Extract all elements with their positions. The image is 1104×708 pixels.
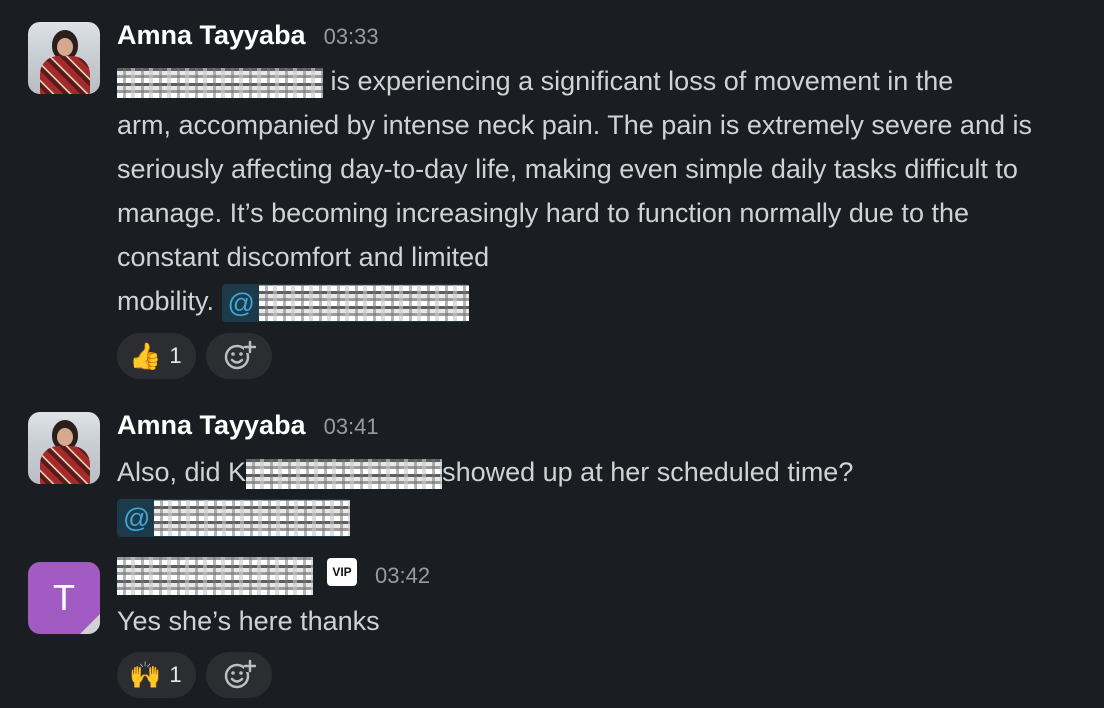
thumbs-up-icon: 👍 xyxy=(129,340,162,371)
avatar-letter: T xyxy=(53,577,75,618)
reactions-bar: 🙌 1 xyxy=(117,652,272,698)
timestamp[interactable]: 03:33 xyxy=(324,24,379,50)
author-avatar[interactable]: T xyxy=(28,562,100,634)
author-name[interactable]: Amna Tayyaba xyxy=(117,410,306,441)
smiley-plus-icon xyxy=(224,659,256,689)
status-indicator xyxy=(80,614,100,634)
message-text-line1: is experiencing a significant loss of mo… xyxy=(323,66,954,96)
message-header: VIP 03:42 xyxy=(117,557,430,595)
redacted-mention xyxy=(258,284,469,321)
user-mention[interactable]: @ xyxy=(221,283,469,322)
message-1: Amna Tayyaba 03:33 is experiencing a sig… xyxy=(0,0,1104,400)
redacted-name xyxy=(246,458,443,489)
smiley-plus-icon xyxy=(224,340,256,370)
message-2: Amna Tayyaba 03:41 Also, did K showed up … xyxy=(0,400,1104,545)
user-mention[interactable]: @ xyxy=(117,498,351,537)
reaction-raised-hands[interactable]: 🙌 1 xyxy=(117,652,196,698)
mention-prefix: @ xyxy=(227,287,255,318)
timestamp[interactable]: 03:42 xyxy=(375,563,430,589)
message-text: Yes she’s here thanks xyxy=(117,606,380,636)
author-avatar[interactable] xyxy=(28,22,100,94)
redacted-author-name[interactable] xyxy=(117,557,313,595)
reaction-thumbs-up[interactable]: 👍 1 xyxy=(117,333,196,379)
message-text-start: Also, did K xyxy=(117,457,247,487)
add-reaction-button[interactable] xyxy=(205,652,272,698)
redacted-name xyxy=(117,67,323,98)
add-reaction-button[interactable] xyxy=(205,333,272,379)
message-header: Amna Tayyaba 03:33 xyxy=(117,20,379,51)
message-3: T VIP 03:42 Yes she’s here thanks 🙌 1 xyxy=(0,545,1104,708)
reaction-count: 1 xyxy=(169,662,182,687)
author-name[interactable]: Amna Tayyaba xyxy=(117,20,306,51)
redacted-mention xyxy=(154,499,351,536)
reaction-count: 1 xyxy=(169,343,182,368)
author-avatar[interactable] xyxy=(28,412,100,484)
message-text: Also, did K showed up at her scheduled ti… xyxy=(117,450,1077,538)
reactions-bar: 👍 1 xyxy=(117,333,272,379)
message-text-body: arm, accompanied by intense neck pain. T… xyxy=(117,110,1032,272)
message-header: Amna Tayyaba 03:41 xyxy=(117,410,379,441)
raised-hands-icon: 🙌 xyxy=(129,659,162,690)
timestamp[interactable]: 03:41 xyxy=(324,414,379,440)
message-text-end: mobility. xyxy=(117,286,222,316)
message-text-after: showed up at her scheduled time? xyxy=(442,457,854,487)
vip-badge: VIP xyxy=(327,558,357,586)
mention-prefix: @ xyxy=(123,502,151,533)
message-text: is experiencing a significant loss of mo… xyxy=(117,59,1077,323)
